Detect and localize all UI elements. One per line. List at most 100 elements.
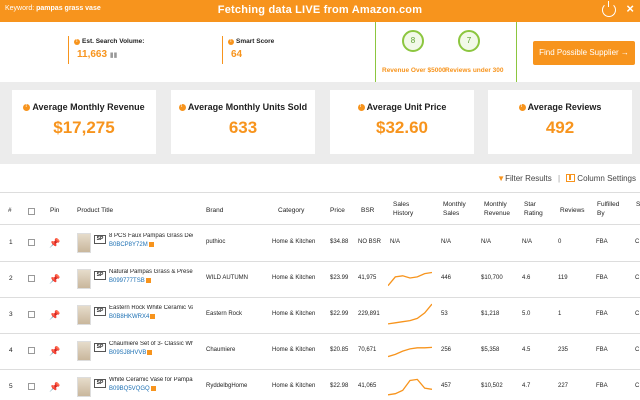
cell-brand: puthioc [206,239,226,245]
asin-link[interactable]: B09SJ8HVVB [109,350,153,356]
cell-history: N/A [390,239,401,245]
cell-mrev: N/A [481,239,492,245]
row-checkbox[interactable] [28,239,35,246]
row-checkbox[interactable] [28,275,35,282]
product-thumbnail[interactable] [77,233,91,253]
header-sales-history[interactable]: Sales History [393,200,423,218]
smart-score-stat: Smart Score 64 [228,38,274,60]
header-fulfilled-by[interactable]: Fulfilled By [597,200,625,218]
table-tools: ▼Filter Results | Column Settings [497,174,636,183]
cell-star: 4.7 [522,383,531,389]
sparkline-line [388,303,432,325]
product-thumbnail[interactable] [77,305,91,325]
product-thumbnail[interactable] [77,341,91,361]
info-icon [178,103,186,111]
product-title[interactable]: Natural Pampas Grass & Preserve... [109,269,193,275]
find-supplier-button[interactable]: Find Possible Supplier → [533,41,635,65]
cell-reviews: 235 [558,347,569,353]
info-icon [74,38,80,45]
sparkline-line [388,346,432,358]
avg-units-card: Average Monthly Units Sold 633 [171,90,315,154]
cell-s: C [635,347,640,353]
results-table: ▼Filter Results | Column Settings # Pin … [0,164,640,400]
sp-badge: SP [94,271,106,280]
cell-fulfilled: FBA [596,275,608,281]
header-category[interactable]: Category [278,206,304,215]
sp-badge: SP [94,235,106,244]
filter-results-button[interactable]: ▼Filter Results [497,174,552,183]
sp-badge: SP [94,307,106,316]
asin-link[interactable]: B0B8HKWRX4 [109,314,156,320]
pin-icon[interactable]: 📌 [49,346,60,356]
product-thumbnail[interactable] [77,269,91,289]
header-title[interactable]: Product Title [77,206,113,215]
header-monthly-sales[interactable]: Monthly Sales [443,200,473,218]
cell-reviews: 1 [558,311,562,317]
row-checkbox[interactable] [28,383,35,390]
cell-bsr: 41,975 [358,275,377,281]
card-value: $32.60 [376,118,428,137]
pin-icon[interactable]: 📌 [49,310,60,320]
cell-mrev: $10,502 [481,383,503,389]
columns-icon [566,174,576,182]
external-link-icon [150,386,156,391]
external-link-icon [145,278,151,283]
product-title[interactable]: Chaumiere Set of 3- Classic White... [109,341,193,347]
power-icon[interactable] [602,1,616,17]
cell-bsr: 41,065 [358,383,377,389]
pin-icon[interactable]: 📌 [49,274,60,284]
header-brand[interactable]: Brand [206,206,223,215]
cell-star: 4.6 [522,275,531,281]
asin-link[interactable]: B099777TSB [109,278,151,284]
filter-icon: ▼ [497,174,506,183]
cell-star: 5.0 [522,311,531,317]
cell-reviews: 119 [558,275,568,281]
search-volume-value: 11,663 [77,49,108,60]
product-title[interactable]: Eastern Rock White Ceramic Vase... [109,305,193,311]
header-pin[interactable]: Pin [50,206,59,215]
header-price[interactable]: Price [330,206,345,215]
sales-history-sparkline [388,346,432,358]
cell-brand: Eastern Rock [206,311,243,317]
cell-fulfilled: FBA [596,383,608,389]
card-label: Average Monthly Revenue [32,102,145,112]
asin-link[interactable]: B0BCP8Y72M [109,242,154,248]
info-icon [23,103,31,111]
filter-results-label: Filter Results [505,174,552,183]
avg-revenue-card: Average Monthly Revenue $17,275 [12,90,156,154]
table-row[interactable]: 4 📌 SPChaumiere Set of 3- Classic White...… [0,333,640,369]
divider [375,22,376,82]
cell-reviews: 227 [558,383,569,389]
asin-text: B09SJ8HVVB [109,350,147,356]
sales-history-sparkline [388,378,432,396]
cell-msales: 446 [441,275,452,281]
table-row[interactable]: 5 📌 SP White Ceramic Vase for Pampas... B09B… [0,369,640,400]
pin-icon[interactable]: 📌 [49,238,60,248]
column-settings-button[interactable]: Column Settings [566,174,636,183]
table-row[interactable]: 1 📌 SP8 PCS Faux Pampas Grass Decor... B0BC… [0,225,640,261]
cell-fulfilled: FBA [596,347,608,353]
row-checkbox[interactable] [28,347,35,354]
select-all-checkbox[interactable] [28,208,35,215]
external-link-icon [150,314,156,319]
table-row[interactable]: 3 📌 SPEastern Rock White Ceramic Vase... B0… [0,297,640,333]
cell-star: 4.5 [522,347,531,353]
info-icon [357,103,365,111]
header-bsr[interactable]: BSR [361,206,374,215]
external-link-icon [148,242,154,247]
header-monthly-revenue[interactable]: Monthly Revenue [484,200,514,218]
cell-category: Home & Kitchen [272,347,316,353]
header-star-rating[interactable]: Star Rating [524,200,550,218]
asin-link[interactable]: B09BQ5VQGQ [109,386,156,392]
cell-category: Home & Kitchen [272,383,316,389]
close-icon[interactable]: × [626,2,634,16]
header-reviews[interactable]: Reviews [560,206,585,215]
product-thumbnail[interactable] [77,377,91,397]
product-title[interactable]: 8 PCS Faux Pampas Grass Decor... [109,233,193,239]
header-s[interactable]: S [636,200,640,209]
cell-brand: WILD AUTUMN [206,275,248,281]
row-checkbox[interactable] [28,311,35,318]
table-row[interactable]: 2 📌 SPNatural Pampas Grass & Preserve... B0… [0,261,640,297]
pin-icon[interactable]: 📌 [49,382,60,392]
product-title[interactable]: White Ceramic Vase for Pampas... [109,377,193,383]
